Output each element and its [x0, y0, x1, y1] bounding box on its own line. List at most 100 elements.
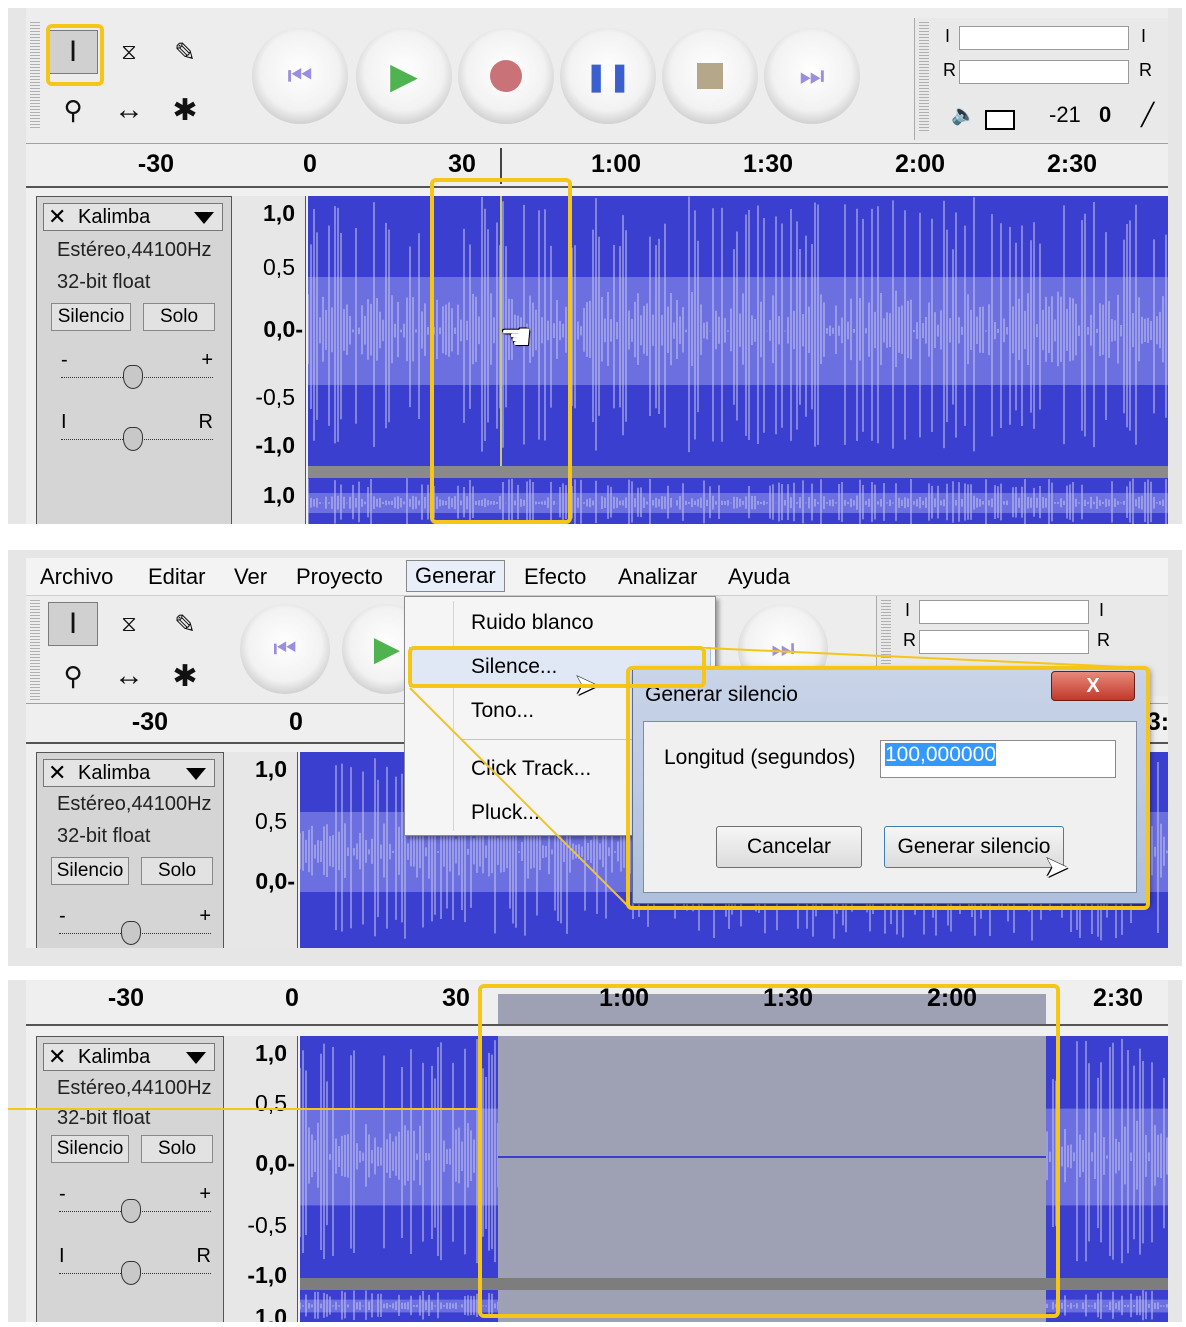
pan-right-label: R: [196, 1245, 211, 1267]
mute-button[interactable]: Silencio: [51, 1135, 129, 1163]
highlight-cursor-position: [430, 178, 572, 524]
panel-selection-step: I ⧖ ✎ ⚲ ↔ ✱ ⏮ ▶ ❚❚ ⏭ I R I R 🔈 -21 0 ╱ -…: [8, 8, 1182, 524]
pause-icon: ❚❚: [584, 60, 632, 92]
vruler-label: 1,0: [263, 200, 295, 226]
ruler-label: -30: [137, 150, 175, 178]
toolbar-grip[interactable]: [30, 22, 40, 128]
pan-left-label: I: [61, 411, 67, 433]
track-name: Kalimba: [78, 206, 151, 228]
gain-knob[interactable]: [123, 365, 143, 389]
vruler-label: 1,0: [255, 1040, 287, 1066]
track-bits: 32-bit float: [57, 1107, 151, 1129]
ruler-label: 30: [442, 984, 470, 1012]
meter-db-zero: 0: [1099, 102, 1112, 127]
ruler-label: 1:00: [590, 150, 642, 178]
vruler-label: -0,5: [255, 384, 295, 410]
vruler-label: 1,0: [255, 1304, 287, 1322]
chevron-down-icon: [194, 212, 214, 224]
vruler-label: 0,5: [263, 254, 295, 280]
vruler-label: -0,5: [247, 1212, 287, 1238]
skip-end-icon: ⏭: [799, 59, 825, 91]
speaker-icon[interactable]: 🔈: [951, 102, 976, 127]
main-toolbar: I ⧖ ✎ ⚲ ↔ ✱ ⏮ ▶ ❚❚ ⏭ I R I R 🔈 -21 0 ╱: [26, 8, 1168, 144]
solo-button[interactable]: Solo: [143, 303, 215, 331]
vruler-label: 0,5: [255, 1090, 287, 1116]
highlight-silence-result: [478, 984, 1060, 1318]
ruler-label: -30: [107, 984, 145, 1012]
audacity-window-1: I ⧖ ✎ ⚲ ↔ ✱ ⏮ ▶ ❚❚ ⏭ I R I R 🔈 -21 0 ╱ -…: [26, 8, 1168, 524]
pan-knob[interactable]: [123, 427, 143, 451]
track-bits: 32-bit float: [57, 271, 151, 293]
connector-line: [8, 1108, 478, 1110]
vruler-label: 1,0: [263, 482, 295, 508]
ruler-label: 2:00: [894, 150, 946, 178]
track-name-menu[interactable]: ✕ Kalimba: [43, 1043, 215, 1071]
meter-right-label-2: R: [1139, 60, 1152, 80]
ruler-label: 2:30: [1046, 150, 1098, 178]
meter-grip[interactable]: [919, 22, 929, 132]
mute-button[interactable]: Silencio: [51, 303, 131, 331]
gain-knob[interactable]: [121, 1199, 141, 1223]
meter-left-label-2: I: [1141, 26, 1147, 46]
chevron-down-icon: [186, 1052, 206, 1064]
record-button[interactable]: [458, 28, 554, 124]
connector-lines: [409, 647, 1149, 907]
track-name-menu[interactable]: ✕ Kalimba: [43, 203, 223, 231]
solo-button[interactable]: Solo: [141, 1135, 213, 1163]
pause-button[interactable]: ❚❚: [560, 28, 656, 124]
panel-result-step: -30 0 30 1:00 1:30 2:00 2:30 ✕ Kalimba E…: [8, 980, 1182, 1322]
pencil-icon[interactable]: ✎: [160, 30, 210, 74]
gain-minus-label: -: [61, 349, 68, 371]
gain-slider[interactable]: - +: [61, 349, 213, 389]
meter-db-neg: -21: [1049, 102, 1081, 127]
envelope-icon[interactable]: ⧖: [104, 30, 154, 74]
meter-dropdown-icon[interactable]: [985, 110, 1015, 130]
ruler-label: 0: [285, 984, 299, 1012]
pan-knob[interactable]: [121, 1261, 141, 1285]
gain-plus-label: +: [199, 1183, 211, 1205]
close-track-icon[interactable]: ✕: [48, 1044, 66, 1070]
meter-right-label: R: [943, 60, 956, 80]
multi-tool-icon[interactable]: ✱: [160, 88, 210, 132]
ruler-label: 30: [448, 150, 476, 178]
play-icon: ▶: [390, 55, 418, 96]
zoom-icon[interactable]: ⚲: [48, 88, 98, 132]
stop-button[interactable]: [662, 28, 758, 124]
close-track-icon[interactable]: ✕: [48, 204, 66, 230]
pan-left-label: I: [59, 1245, 65, 1267]
pan-slider[interactable]: I R: [59, 1245, 211, 1285]
vruler-label: -1,0: [255, 432, 295, 458]
skip-start-button[interactable]: ⏮: [252, 28, 348, 124]
level-meter: I R I R 🔈 -21 0 ╱: [914, 18, 1168, 140]
meter-bar-right: [959, 60, 1129, 84]
track-format: Estéreo,44100Hz: [57, 1077, 212, 1099]
record-icon: [490, 60, 522, 92]
vertical-ruler: 1,0 0,5 0,0- -0,5 -1,0 1,0: [232, 196, 306, 524]
ruler-label: 1:30: [742, 150, 794, 178]
stop-icon: [697, 63, 723, 89]
track-control-panel: ✕ Kalimba Estéreo,44100Hz 32-bit float S…: [36, 196, 232, 524]
ruler-label: 0: [303, 150, 317, 178]
track-control-panel-3: ✕ Kalimba Estéreo,44100Hz 32-bit float S…: [36, 1036, 224, 1322]
vruler-label: 0,0-: [255, 1150, 295, 1176]
pan-slider[interactable]: I R: [61, 411, 213, 451]
vruler-label: -1,0: [247, 1262, 287, 1288]
gain-slider[interactable]: - +: [59, 1183, 211, 1223]
gain-minus-label: -: [59, 1183, 66, 1205]
track-name: Kalimba: [78, 1046, 151, 1068]
play-button[interactable]: ▶: [356, 28, 452, 124]
track-format: Estéreo,44100Hz: [57, 239, 212, 261]
highlight-ibeam-tool: [46, 24, 104, 86]
meter-bar-left: [959, 26, 1129, 50]
mic-icon[interactable]: ╱: [1141, 102, 1154, 128]
pan-right-label: R: [198, 411, 213, 433]
panel-generate-step: Archivo Editar Ver Proyecto Generar Efec…: [8, 550, 1182, 966]
gain-plus-label: +: [201, 349, 213, 371]
timeline-ruler[interactable]: -30 0 30 1:00 1:30 2:00 2:30: [26, 144, 1168, 188]
vruler-label: 0,0-: [263, 316, 303, 342]
meter-left-label: I: [945, 26, 951, 46]
skip-end-button[interactable]: ⏭: [764, 28, 860, 124]
ruler-label: 2:30: [1092, 984, 1144, 1012]
timeshift-icon[interactable]: ↔: [104, 88, 154, 132]
skip-start-icon: ⏮: [287, 59, 313, 91]
